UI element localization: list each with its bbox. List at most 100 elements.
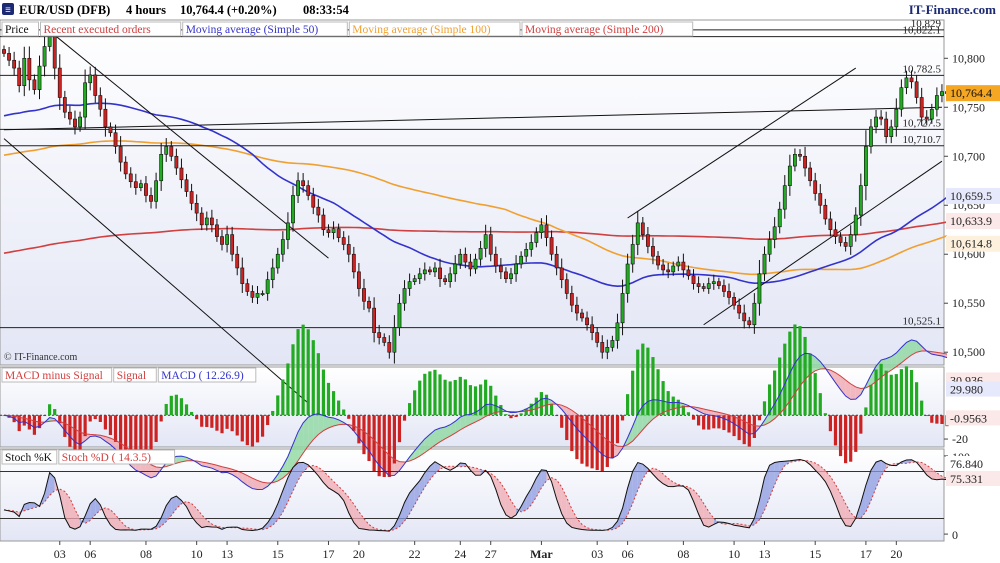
macd-hist-bar [189, 411, 194, 416]
macd-hist-bar [686, 412, 691, 416]
macd-hist-bar [600, 415, 604, 472]
macd-hist-bar [838, 415, 843, 457]
macd-hist-bar [428, 371, 432, 416]
macd-hist-bar [808, 353, 812, 416]
candle [108, 126, 113, 134]
candle [767, 239, 772, 255]
macd-hist-bar [433, 369, 437, 416]
candle [240, 267, 245, 284]
x-tick-label: 08 [140, 547, 152, 561]
candle [250, 291, 255, 298]
candle [909, 77, 914, 83]
candle [189, 191, 194, 204]
candle [727, 291, 731, 298]
macd-hist-bar [849, 415, 853, 462]
candle [199, 212, 204, 226]
macd-value-label: -0.9563 [950, 411, 987, 425]
candle [78, 116, 82, 128]
instrument-title: EUR/USD (DFB) [19, 3, 110, 17]
macd-hist-bar [844, 415, 848, 464]
candle [651, 246, 655, 257]
candle [869, 126, 873, 147]
candle [813, 180, 818, 194]
candle [204, 217, 209, 226]
macd-hist-bar [413, 390, 417, 416]
candle [113, 132, 118, 147]
candle [666, 269, 671, 273]
candle [123, 161, 128, 175]
macd-hist-bar [884, 370, 888, 416]
candle [493, 253, 498, 267]
x-tick-label: 15 [809, 547, 821, 561]
candle [899, 87, 904, 110]
candle [301, 180, 306, 186]
candle [645, 234, 650, 247]
macd-hist-bar [874, 369, 878, 416]
candle [818, 193, 823, 206]
legend-label: MACD ( 12.26.9) [161, 370, 244, 382]
macd-hist-bar [154, 415, 158, 442]
candle [209, 217, 214, 226]
quote-label: 10,764.4 (+0.20%) [180, 3, 277, 17]
legend-label: Moving average (Simple 50) [186, 24, 319, 36]
macd-hist-bar [387, 415, 391, 477]
macd-value-label: 29.980 [950, 383, 983, 397]
macd-hist-bar [98, 415, 102, 422]
candle [220, 236, 224, 245]
macd-hist-bar [103, 415, 107, 430]
candle [387, 342, 392, 353]
candle [934, 95, 939, 110]
candle [519, 255, 524, 265]
candle [681, 261, 686, 271]
candle [407, 281, 412, 289]
x-tick-label: 15 [272, 547, 284, 561]
macd-hist-bar [63, 415, 67, 437]
macd-hist-bar [169, 395, 173, 416]
macd-hist-bar [108, 415, 113, 435]
macd-hist-bar [159, 415, 163, 422]
macd-hist-bar [372, 415, 376, 472]
macd-hist-bar [250, 415, 255, 447]
macd-hist-bar [281, 379, 285, 416]
candle [68, 111, 72, 120]
y-tick-label: 10,800 [952, 51, 985, 65]
macd-hist-bar [321, 369, 326, 416]
price-legend: Price Recent executed orders Moving averag… [1, 21, 694, 37]
candle [255, 293, 260, 298]
macd-hist-bar [894, 374, 898, 416]
candle [260, 293, 265, 295]
candle [443, 278, 447, 282]
macd-hist-bar [306, 329, 310, 416]
y-tick-label: 0 [952, 528, 958, 542]
macd-hist-bar [337, 400, 341, 416]
macd-hist-bar [291, 344, 295, 416]
candle [336, 228, 341, 238]
last-price-label: 10,764.4 [950, 86, 992, 100]
macd-hist-bar [408, 403, 412, 416]
price-panel [0, 19, 945, 366]
macd-hist-bar [636, 349, 640, 416]
macd-hist-bar [904, 366, 909, 416]
candle [296, 180, 300, 196]
candle [468, 261, 473, 270]
candle [286, 222, 290, 240]
macd-hist-bar [899, 369, 903, 416]
candle [706, 283, 711, 289]
candle [595, 332, 600, 343]
candle [103, 108, 108, 128]
macd-hist-bar [205, 415, 209, 428]
legend-label: Recent executed orders [44, 24, 152, 36]
x-tick-label: Mar [530, 547, 553, 561]
macd-hist-bar [752, 415, 756, 439]
macd-hist-bar [473, 386, 478, 416]
candle [635, 222, 640, 245]
macd-hist-bar [149, 415, 153, 455]
macd-hist-bar [367, 415, 371, 462]
candle [539, 224, 544, 233]
macd-hist-bar [696, 415, 701, 426]
macd-hist-bar [32, 415, 37, 435]
macd-hist-bar [342, 409, 346, 416]
macd-hist-bar [458, 376, 462, 416]
candle [184, 179, 189, 192]
candle [534, 232, 539, 243]
